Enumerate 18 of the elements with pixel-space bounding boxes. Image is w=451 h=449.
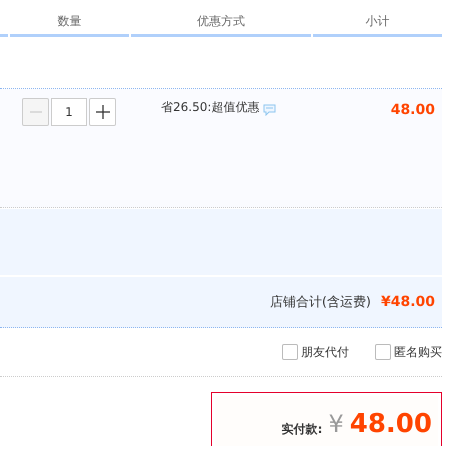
store-total-amount: ¥48.00 <box>380 294 435 310</box>
column-header: 数量 <box>10 0 130 37</box>
payment-amount: 48.00 <box>350 409 432 439</box>
column-header: 优惠方式 <box>131 0 311 37</box>
discount-text: 省26.50:超值优惠 <box>161 99 260 116</box>
currency-sign: ¥ <box>328 410 344 438</box>
plus-icon <box>96 105 110 119</box>
comment-icon[interactable] <box>263 104 276 116</box>
column-header: 小计 <box>312 0 442 37</box>
payment-label: 实付款: <box>282 420 322 438</box>
checkbox[interactable] <box>282 344 298 360</box>
subtotal-price: 48.00 <box>390 102 435 118</box>
store-total-label: 店铺合计(含运费) <box>270 294 371 311</box>
quantity-field[interactable]: 1 <box>51 98 87 126</box>
increase-button[interactable] <box>89 98 116 126</box>
option-label: 匿名购买 <box>394 344 442 360</box>
checkbox[interactable] <box>375 344 391 360</box>
option-label: 朋友代付 <box>301 344 349 360</box>
